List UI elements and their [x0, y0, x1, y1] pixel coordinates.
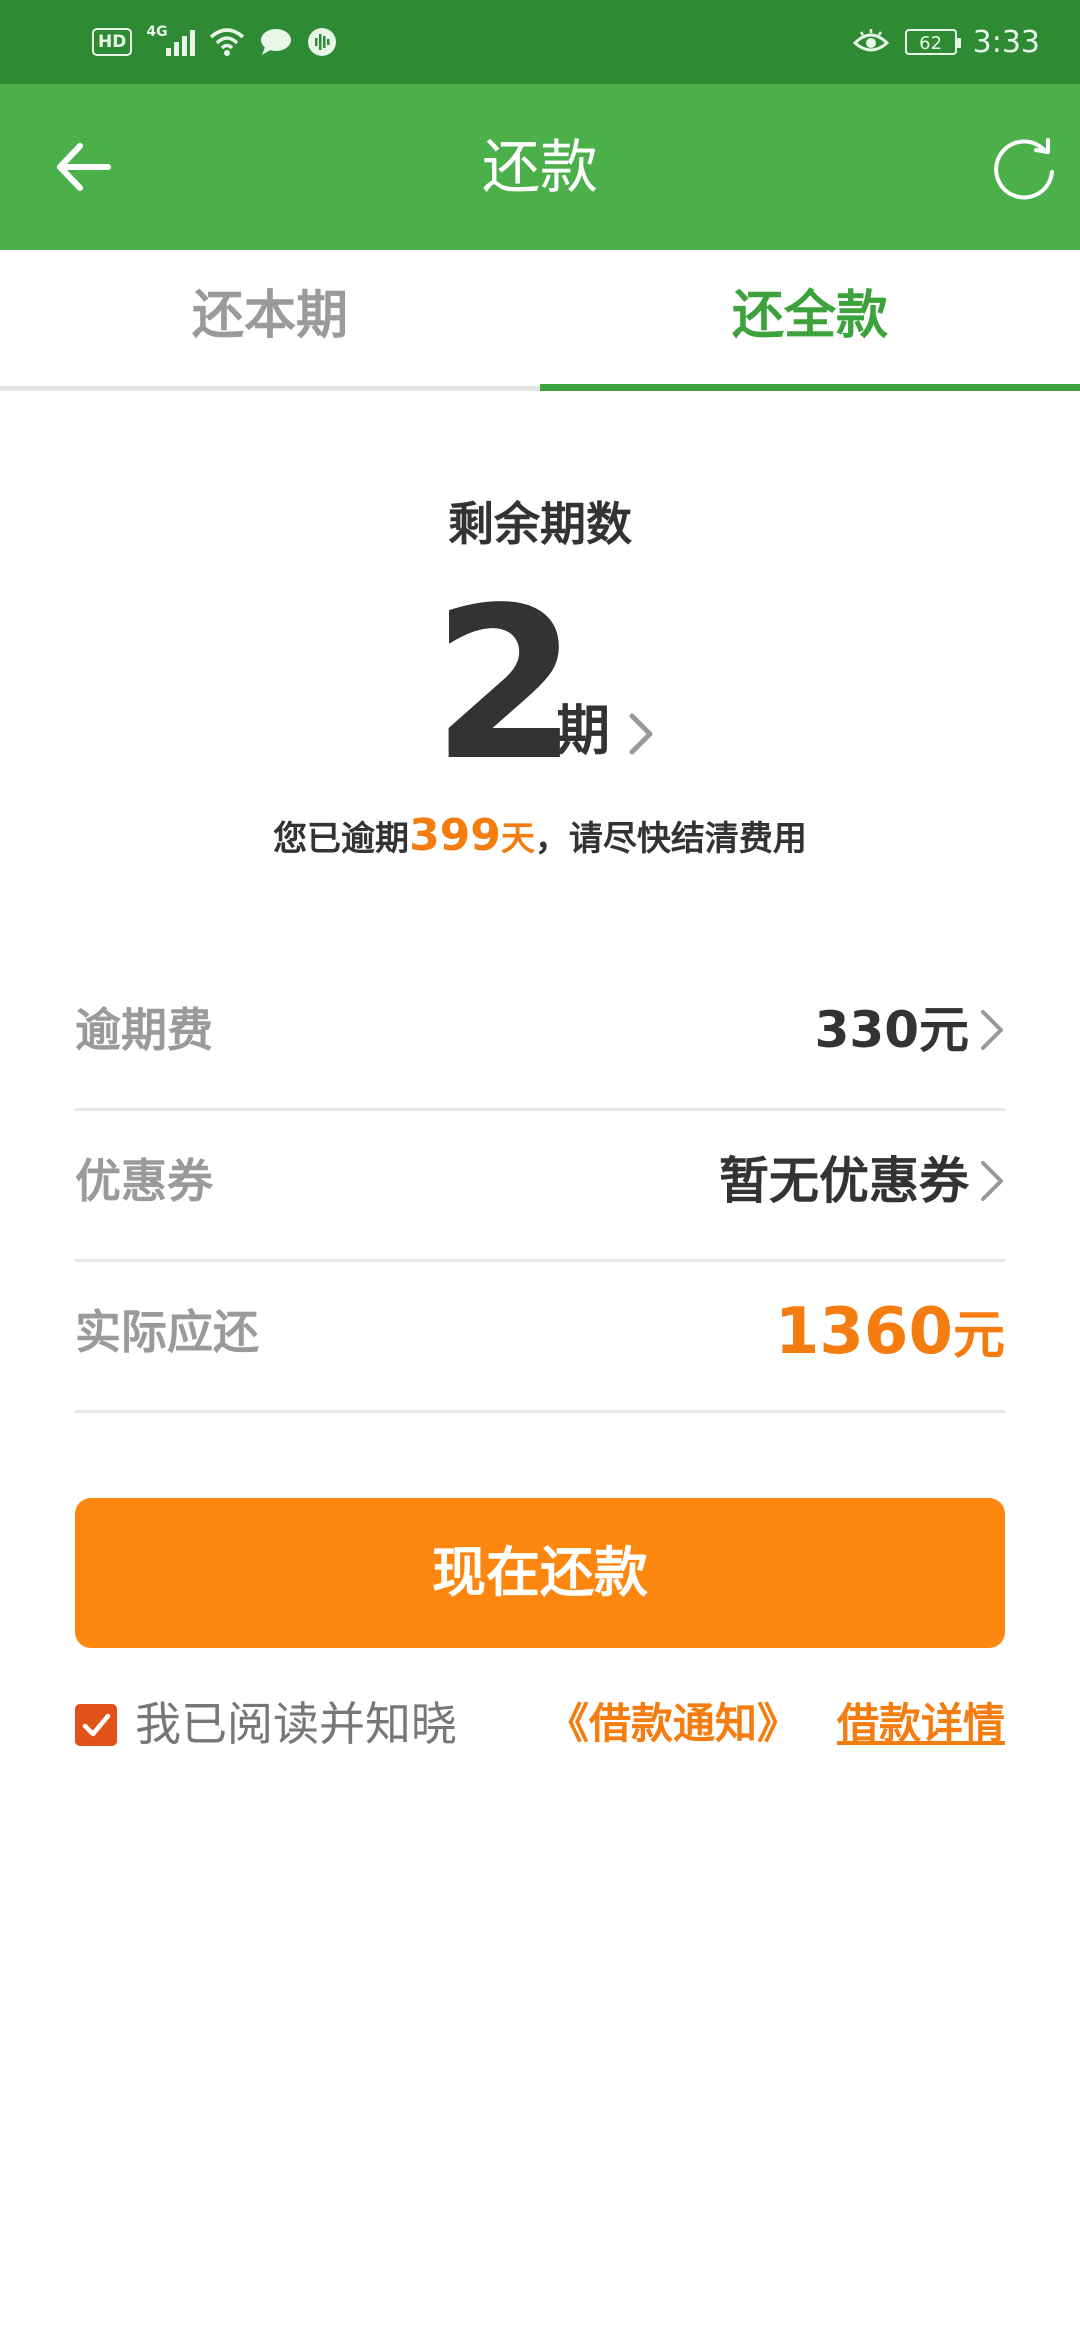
loan-notice-link[interactable]: 《借款通知》 [547, 1694, 799, 1754]
tab-current-period[interactable]: 还本期 [0, 250, 540, 386]
back-arrow-icon[interactable] [50, 132, 120, 202]
chevron-right-icon [629, 713, 653, 755]
status-time: 3:33 [972, 24, 1040, 60]
loan-details-link[interactable]: 借款详情 [837, 1694, 1005, 1754]
actual-due-label: 实际应还 [75, 1305, 259, 1359]
fee-list: 逾期费 330元 优惠券 暂无优惠券 实际应还 1360元 [75, 960, 1005, 1413]
status-icons-right: 62 3:33 [852, 22, 1040, 62]
overdue-days: 399 [409, 810, 501, 861]
actual-due-value: 1360元 [775, 1262, 1005, 1406]
coupon-label: 优惠券 [75, 1154, 213, 1208]
hd-badge: HD [92, 28, 133, 56]
late-fee-value: 330元 [814, 1001, 969, 1059]
chevron-right-icon [981, 1010, 1003, 1050]
remaining-periods-label: 剩余期数 [448, 497, 632, 551]
network-type: 4G [146, 24, 168, 40]
tab-bar: 还本期 还全款 [0, 250, 1080, 392]
status-bar: HD 4G 62 3:33 [0, 0, 1080, 84]
app-header: 还款 [0, 84, 1080, 250]
actual-due-unit: 元 [952, 1306, 1005, 1366]
message-icon [261, 29, 292, 55]
overdue-days-unit: 天 [500, 819, 535, 859]
status-icons-left: HD 4G [92, 22, 337, 62]
agreement-checkbox[interactable] [75, 1704, 117, 1746]
actual-due-amount: 1360 [774, 1295, 953, 1369]
late-fee-row[interactable]: 逾期费 330元 [75, 960, 1005, 1111]
refresh-icon[interactable] [990, 132, 1060, 202]
agreement-text: 我已阅读并知晓 [135, 1697, 457, 1751]
coupon-row[interactable]: 优惠券 暂无优惠券 [75, 1111, 1005, 1262]
agreement-row: 我已阅读并知晓 《借款通知》 借款详情 [75, 1694, 1005, 1754]
overdue-notice: 您已逾期399天，请尽快结清费用 [0, 810, 1080, 861]
late-fee-label: 逾期费 [75, 1003, 213, 1057]
tab-underline-inactive [0, 386, 540, 391]
remaining-periods-unit: 期 [556, 699, 610, 762]
battery-indicator: 62 [904, 29, 961, 55]
pay-now-button[interactable]: 现在还款 [75, 1498, 1005, 1648]
voice-assistant-icon [308, 28, 337, 56]
tab-underline-active [540, 384, 1080, 391]
tab-full-payment[interactable]: 还全款 [540, 250, 1080, 386]
page-title: 还款 [481, 133, 598, 201]
actual-due-row: 实际应还 1360元 [75, 1262, 1005, 1413]
wifi-icon [210, 28, 245, 56]
overdue-suffix: ，请尽快结清费用 [534, 819, 807, 859]
overdue-prefix: 您已逾期 [273, 819, 410, 859]
signal-icon: 4G [146, 24, 196, 56]
eye-comfort-icon [852, 29, 889, 52]
remaining-periods-link[interactable]: 2 期 [0, 580, 1080, 790]
coupon-value: 暂无优惠券 [719, 1152, 969, 1210]
chevron-right-icon [981, 1161, 1003, 1201]
